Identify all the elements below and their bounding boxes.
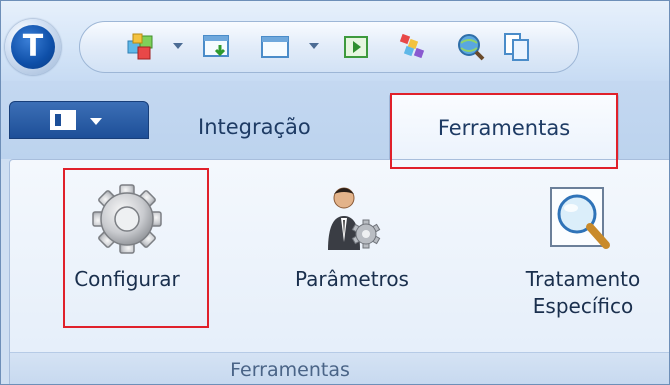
ribbon-tab-bar: Integração Ferramentas (1, 81, 669, 167)
copy-pages-icon[interactable] (501, 31, 533, 63)
app-window: T Integração Ferramentas Configurar Parâ… (0, 0, 670, 385)
ribbon-group-footer: Ferramentas (10, 352, 669, 384)
app-menu-button[interactable]: T (5, 19, 61, 75)
tab-integracao[interactable]: Integração (198, 115, 311, 139)
parametros-button[interactable]: Parâmetros (282, 182, 422, 293)
tratamento-label: Tratamento (525, 267, 641, 291)
tratamento-especifico-button[interactable]: Tratamento Específico (518, 182, 648, 320)
parametros-label: Parâmetros (295, 267, 409, 291)
app-logo: T (11, 25, 55, 69)
configurar-button[interactable]: Configurar (62, 182, 192, 293)
panel-layout-icon (50, 110, 76, 130)
person-gear-icon (328, 187, 381, 250)
magnifier-icon (550, 187, 610, 249)
window-dropdown-icon[interactable] (309, 43, 319, 49)
palette-icon[interactable] (397, 31, 429, 63)
globe-search-icon[interactable] (455, 31, 487, 63)
ribbon-group-label: Ferramentas (230, 359, 350, 381)
window-icon[interactable] (259, 31, 291, 63)
export-green-icon[interactable] (341, 31, 373, 63)
tab-ferramentas-label: Ferramentas (437, 116, 571, 140)
configurar-label: Configurar (74, 267, 180, 291)
cube-colors-icon[interactable] (125, 31, 157, 63)
gear-icon (92, 184, 162, 254)
download-window-icon[interactable] (201, 31, 233, 63)
especifico-label: Específico (532, 294, 634, 318)
cube-colors-dropdown-icon[interactable] (173, 43, 183, 49)
ribbon-panel: Configurar Parâmetros Tratamento Específ… (9, 159, 669, 384)
tab-ferramentas[interactable]: Ferramentas (389, 93, 619, 167)
quick-access-bar: T (1, 1, 669, 81)
file-menu-button[interactable] (9, 101, 149, 139)
chevron-down-icon (90, 118, 102, 125)
